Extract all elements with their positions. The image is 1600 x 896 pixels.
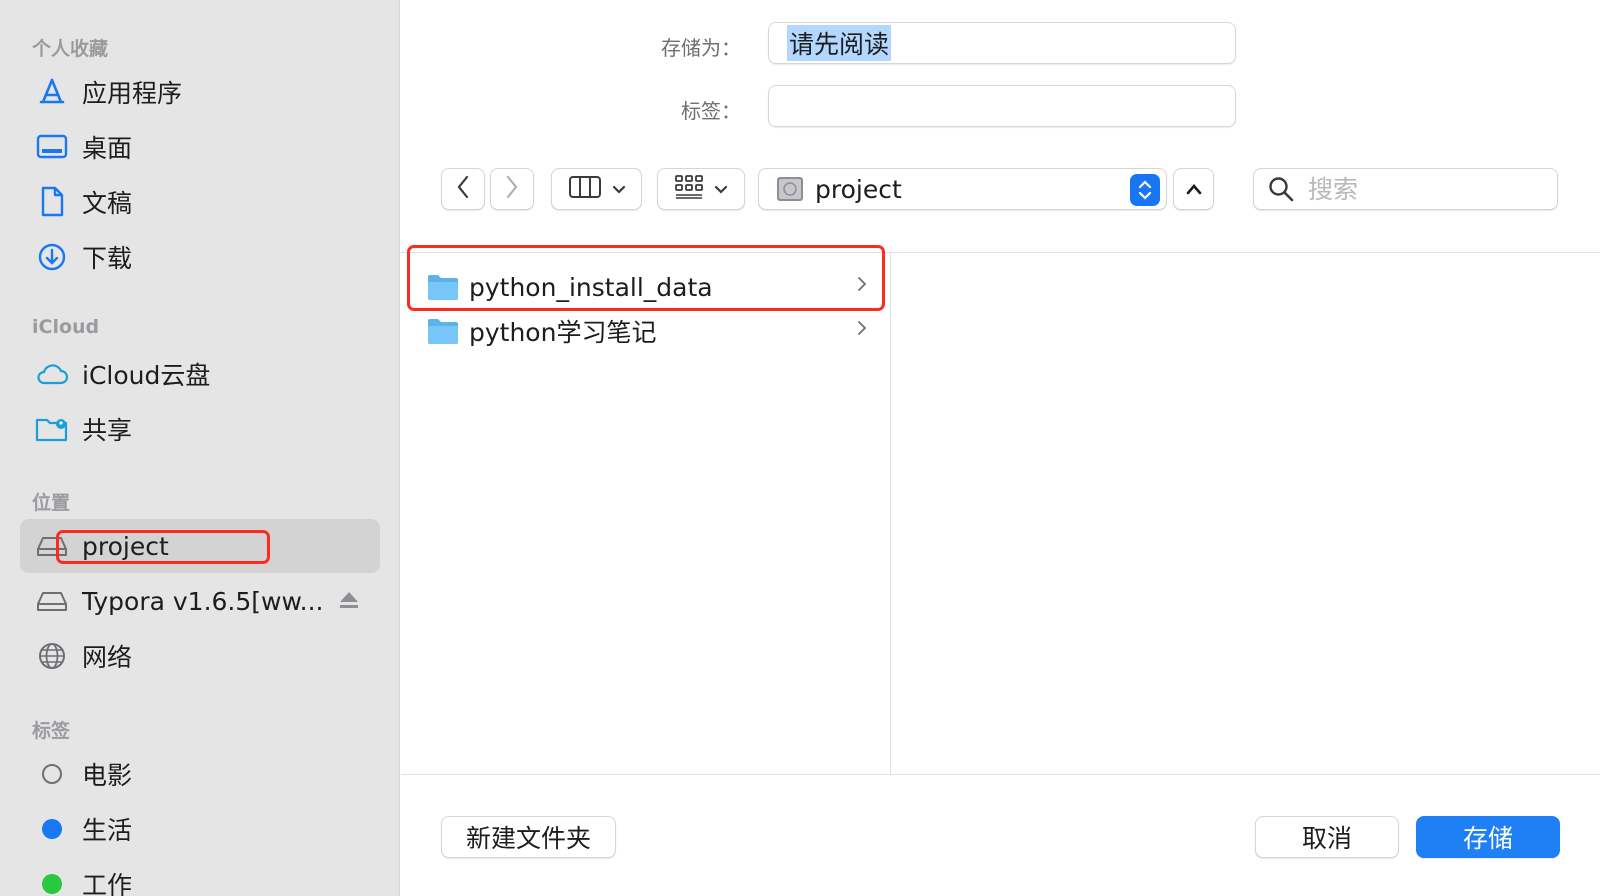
tag-blue-dot-icon: [34, 811, 70, 847]
sidebar-item-documents[interactable]: 文稿: [20, 175, 380, 229]
file-name: python学习笔记: [469, 318, 657, 347]
chevron-right-icon: [857, 319, 867, 341]
save-as-field[interactable]: 请先阅读: [768, 22, 1236, 64]
disk-icon: [34, 583, 70, 619]
save-as-label: 存储为：: [661, 36, 741, 60]
sidebar-item-label: project: [82, 531, 169, 561]
sidebar-item-tag-life[interactable]: 生活: [20, 802, 380, 856]
chevron-right-icon: [505, 175, 519, 203]
sidebar-item-downloads[interactable]: 下载: [20, 230, 380, 284]
sidebar-item-label: 共享: [82, 416, 133, 445]
sidebar-item-label: 应用程序: [82, 79, 183, 108]
new-folder-button[interactable]: 新建文件夹: [441, 816, 616, 858]
footer-divider: [401, 774, 1600, 775]
chevron-left-icon: [456, 175, 470, 203]
cloud-icon: [34, 356, 70, 392]
section-title-favorites: 个人收藏: [32, 38, 109, 60]
columns-view-icon: [568, 174, 602, 204]
sidebar-item-label: 桌面: [82, 134, 133, 163]
folder-icon: [427, 273, 459, 301]
folder-icon: [427, 317, 459, 345]
updown-stepper-icon: [1130, 174, 1160, 206]
sidebar-item-applications[interactable]: 应用程序: [20, 65, 380, 119]
applications-icon: [34, 74, 70, 110]
sidebar-item-project[interactable]: project: [20, 519, 380, 573]
disk-icon: [775, 174, 805, 204]
sidebar-item-label: 生活: [82, 816, 133, 845]
document-icon: [34, 184, 70, 220]
save-dialog-main: 存储为： 请先阅读 标签： project 搜索 python_install_…: [401, 0, 1600, 896]
collapse-button[interactable]: [1173, 168, 1214, 210]
download-icon: [34, 239, 70, 275]
sidebar-item-shared[interactable]: 共享: [20, 402, 380, 456]
group-button[interactable]: [657, 168, 745, 210]
desktop-icon: [34, 129, 70, 165]
sidebar: 个人收藏 应用程序 桌面 文稿 下载 iCloud iCloud云盘 共享 位置…: [0, 0, 400, 896]
sidebar-item-network[interactable]: 网络: [20, 629, 380, 683]
file-name: python_install_data: [469, 272, 713, 302]
sidebar-item-desktop[interactable]: 桌面: [20, 120, 380, 174]
chevron-right-icon: [857, 275, 867, 297]
save-as-value: 请先阅读: [787, 25, 892, 61]
tags-field[interactable]: [768, 85, 1236, 127]
cancel-button[interactable]: 取消: [1255, 816, 1399, 858]
sidebar-item-tag-work[interactable]: 工作: [20, 857, 380, 896]
view-mode-button[interactable]: [551, 168, 642, 210]
forward-button[interactable]: [490, 168, 534, 210]
location-label: project: [815, 174, 902, 204]
section-title-locations: 位置: [32, 492, 71, 514]
sidebar-item-tag-movie[interactable]: 电影: [20, 747, 380, 801]
back-button[interactable]: [441, 168, 485, 210]
sidebar-item-label: 文稿: [82, 189, 133, 218]
section-title-tags: 标签: [32, 720, 71, 742]
sidebar-item-label: Typora v1.6.5[ww...: [82, 586, 324, 616]
sidebar-item-label: iCloud云盘: [82, 361, 211, 390]
sidebar-item-label: 下载: [82, 244, 133, 273]
tags-label: 标签：: [681, 99, 741, 123]
search-icon: [1268, 176, 1294, 202]
search-input[interactable]: [1306, 173, 1536, 205]
tag-green-dot-icon: [34, 866, 70, 896]
sidebar-item-icloud-drive[interactable]: iCloud云盘: [20, 347, 380, 401]
sidebar-item-label: 电影: [82, 761, 133, 790]
section-title-icloud: iCloud: [32, 316, 100, 338]
sidebar-item-typora-volume[interactable]: Typora v1.6.5[ww...: [20, 574, 380, 628]
sidebar-item-label: 工作: [82, 871, 133, 896]
chevron-down-icon: [612, 180, 626, 199]
grid-group-icon: [674, 174, 704, 204]
network-globe-icon: [34, 638, 70, 674]
disk-icon: [34, 528, 70, 564]
eject-icon[interactable]: [338, 589, 360, 615]
browser-divider: [401, 252, 1600, 253]
save-button[interactable]: 存储: [1416, 816, 1560, 858]
shared-folder-icon: [34, 411, 70, 447]
tag-empty-circle-icon: [34, 756, 70, 792]
location-popup[interactable]: project: [758, 168, 1167, 210]
chevron-up-icon: [1186, 180, 1202, 199]
chevron-down-icon: [714, 180, 728, 199]
search-field[interactable]: [1253, 168, 1558, 210]
list-item-python-notes[interactable]: python学习笔记: [427, 310, 887, 352]
sidebar-item-label: 网络: [82, 643, 133, 672]
column-divider: [890, 252, 891, 774]
list-item-python-install-data[interactable]: python_install_data: [427, 266, 887, 308]
